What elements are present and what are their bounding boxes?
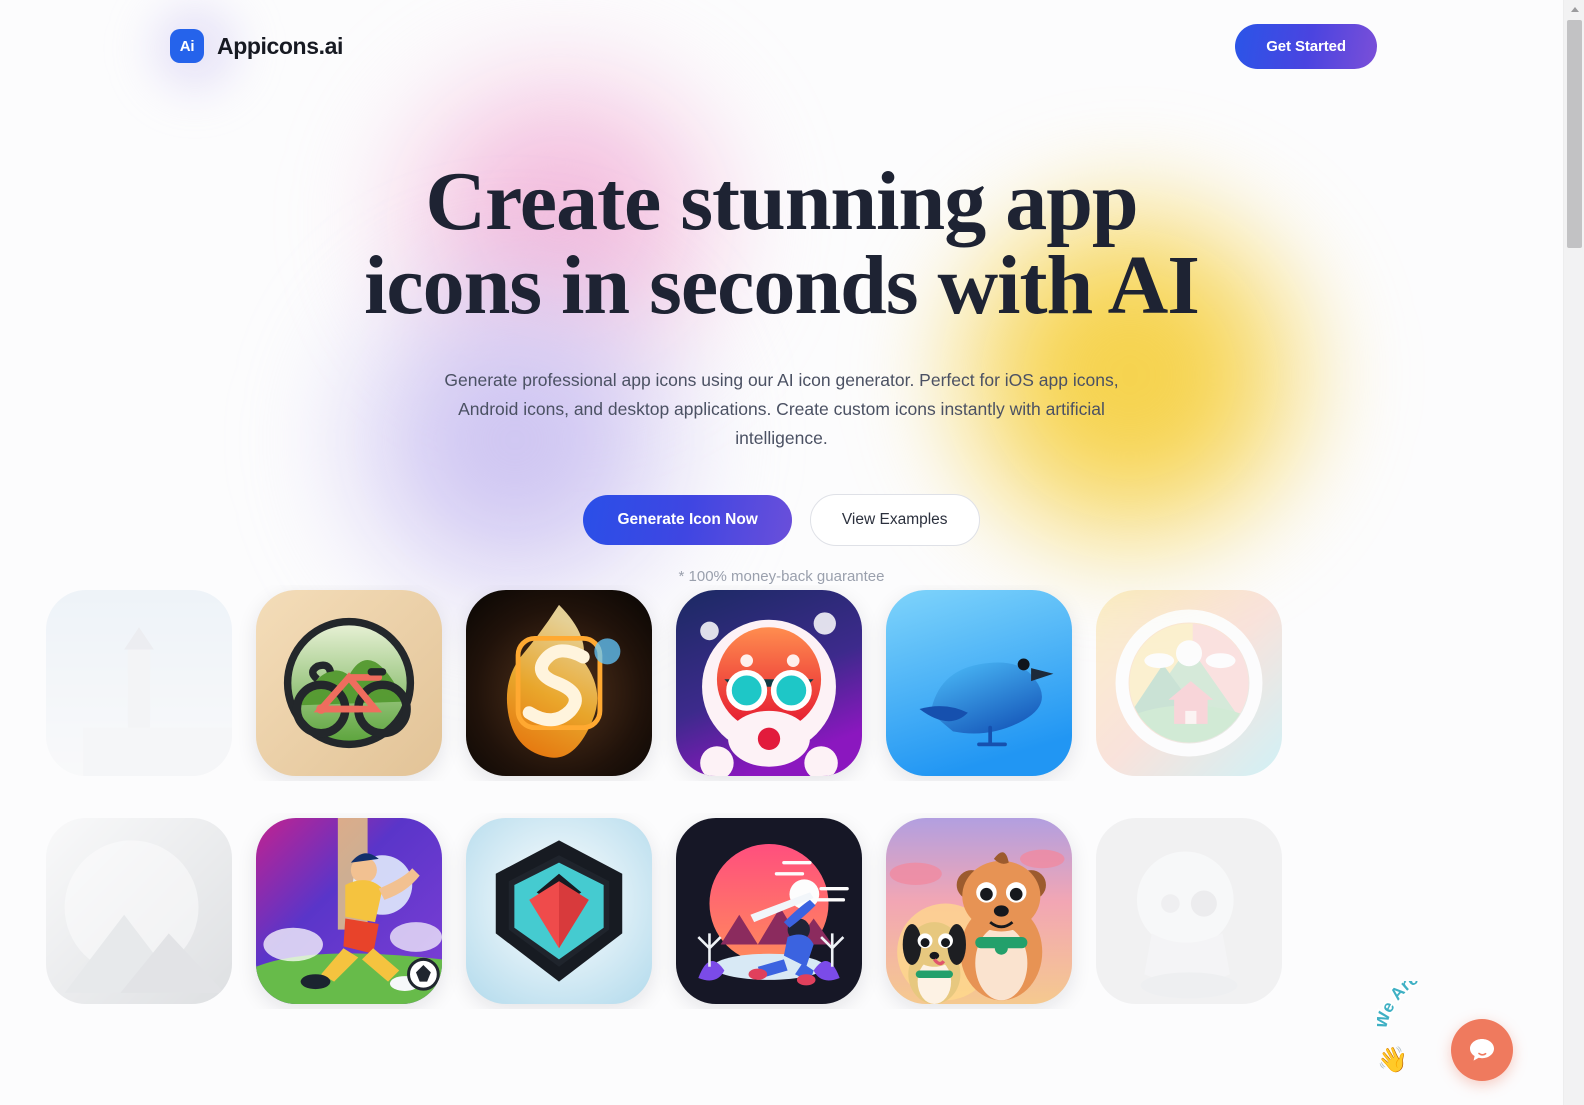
page-canvas: Ai Appicons.ai Get Started Create stunni… — [0, 0, 1563, 1105]
svg-text:We Are Here!: We Are Here! — [1377, 981, 1472, 1031]
carousel-track — [46, 585, 1563, 781]
view-examples-button[interactable]: View Examples — [809, 493, 980, 546]
icon-card-boy-character[interactable] — [1096, 818, 1282, 1004]
money-back-guarantee-note: * 100% money-back guarantee — [678, 567, 885, 585]
icon-card-red-mascot-sunglasses[interactable] — [676, 590, 862, 776]
icon-card-blue-bird[interactable] — [886, 590, 1072, 776]
page-title: Create stunning app icons in seconds with… — [352, 160, 1212, 328]
appicons-ai-logo-icon: Ai — [170, 29, 204, 63]
carousel-track — [46, 813, 1563, 1009]
chat-label-text: We Are Here! — [1377, 981, 1473, 1032]
icon-card-soccer-player[interactable] — [256, 818, 442, 1004]
get-started-button[interactable]: Get Started — [1235, 23, 1377, 69]
icon-card-lighthouse-seaside[interactable] — [46, 590, 232, 776]
icon-carousel-row-2[interactable] — [0, 813, 1563, 1009]
icon-card-mountain-cabin-circle[interactable] — [1096, 590, 1282, 776]
brand-logo[interactable]: Ai Appicons.ai — [170, 29, 343, 63]
brand-name: Appicons.ai — [217, 32, 343, 59]
waving-hand-icon: 👋 — [1377, 1046, 1409, 1074]
hero-action-buttons: Generate Icon Now View Examples — [0, 493, 1563, 546]
generate-icon-now-button[interactable]: Generate Icon Now — [583, 494, 792, 545]
icon-card-samurai-sunset[interactable] — [676, 818, 862, 1004]
hero-title-line-2: icons in seconds with AI — [364, 239, 1200, 332]
vertical-scrollbar[interactable] — [1563, 0, 1584, 1105]
icon-card-shield-emblem[interactable] — [466, 818, 652, 1004]
chat-widget: We Are Here! 👋 — [1369, 977, 1519, 1087]
scroll-up-arrow-icon[interactable] — [1564, 0, 1584, 18]
hero-title-line-1: Create stunning app — [425, 155, 1138, 248]
icon-carousel-row-1[interactable] — [0, 585, 1563, 781]
chat-bubble-button[interactable] — [1451, 1019, 1513, 1081]
icon-card-bicycle-hills[interactable] — [256, 590, 442, 776]
chat-bubble-icon — [1470, 1039, 1494, 1061]
icon-card-grey-mountain-sunrise[interactable] — [46, 818, 232, 1004]
icon-card-flaming-letter-s[interactable] — [466, 590, 652, 776]
site-header: Ai Appicons.ai Get Started — [0, 0, 1563, 92]
scrollbar-thumb[interactable] — [1567, 20, 1582, 248]
icon-card-bear-and-dog[interactable] — [886, 818, 1072, 1004]
hero-subtitle: Generate professional app icons using ou… — [444, 370, 1119, 448]
